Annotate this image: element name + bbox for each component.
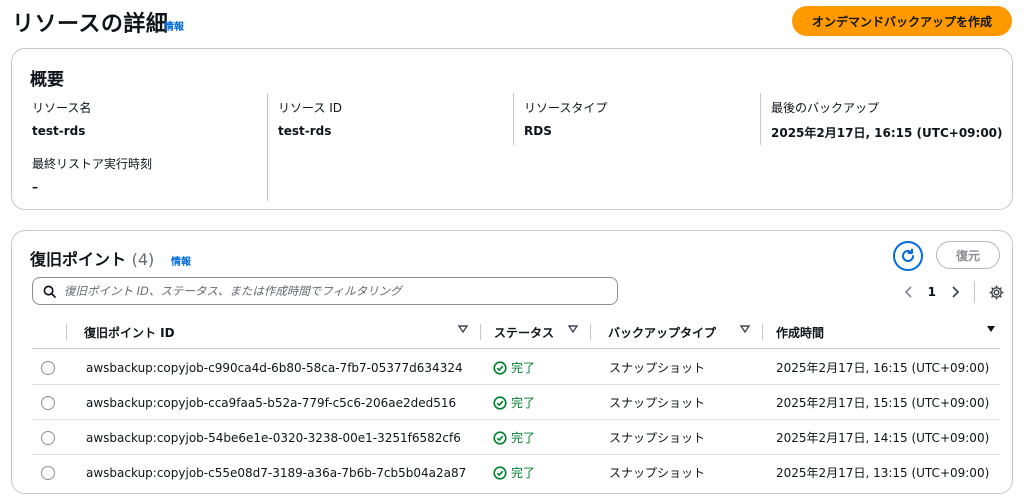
field-last-restore-time: 最終リストア実行時刻 – (32, 155, 152, 194)
field-value: RDS (524, 124, 552, 138)
sort-caret-icon (740, 325, 750, 334)
check-circle-icon (493, 360, 507, 375)
filter-box[interactable] (32, 277, 618, 305)
summary-panel: 概要 リソース名 test-rds 最終リストア実行時刻 – リソース ID t… (11, 48, 1013, 210)
recovery-point-id: awsbackup:copyjob-54be6e1e-0320-3238-00e… (86, 430, 461, 445)
creation-time: 2025年2月17日, 13:15 (UTC+09:00) (776, 466, 990, 480)
status-text: 完了 (511, 431, 536, 445)
sort-caret-icon (568, 325, 578, 334)
backup-type: スナップショット (609, 466, 706, 480)
column-divider (267, 93, 268, 201)
check-circle-icon (493, 395, 507, 410)
status-cell: 完了 (493, 385, 535, 420)
field-label: リソースタイプ (524, 101, 608, 115)
table-row[interactable]: awsbackup:copyjob-54be6e1e-0320-3238-00e… (32, 420, 1000, 455)
gear-icon[interactable] (989, 284, 1004, 300)
recovery-points-title: 復旧ポイント (4) (30, 246, 154, 270)
check-circle-icon (493, 465, 507, 480)
pagination: 1 (904, 281, 1004, 303)
recovery-points-title-text: 復旧ポイント (30, 250, 127, 269)
table-row[interactable]: awsbackup:copyjob-c55e08d7-3189-a36a-7b6… (32, 455, 1000, 490)
field-value: test-rds (278, 124, 332, 138)
creation-time: 2025年2月17日, 16:15 (UTC+09:00) (776, 361, 990, 375)
chevron-left-icon[interactable] (904, 286, 914, 298)
row-select-radio[interactable] (41, 465, 55, 480)
check-circle-icon (493, 430, 507, 445)
recovery-point-id: awsbackup:copyjob-c55e08d7-3189-a36a-7b6… (86, 465, 467, 480)
backup-type: スナップショット (609, 361, 706, 375)
column-header-recovery-point-id[interactable]: 復旧ポイント ID (66, 315, 480, 349)
status-text: 完了 (511, 466, 536, 480)
table-header: 復旧ポイント ID ステータス バックアップタイプ 作成時間 (32, 315, 1000, 349)
status-text: 完了 (511, 361, 536, 375)
field-label: 最後のバックアップ (771, 101, 880, 115)
field-resource-id: リソース ID test-rds (278, 99, 342, 138)
summary-title: 概要 (30, 70, 64, 90)
recovery-points-count: (4) (131, 250, 155, 269)
field-value: – (32, 180, 38, 194)
create-on-demand-backup-button[interactable]: オンデマンドバックアップを作成 (792, 6, 1012, 36)
field-value: test-rds (32, 124, 86, 138)
recovery-points-panel: 復旧ポイント (4) 情報 復元 1 (11, 230, 1013, 494)
status-cell: 完了 (493, 350, 535, 385)
creation-time: 2025年2月17日, 14:15 (UTC+09:00) (776, 431, 990, 445)
sort-caret-icon (458, 325, 468, 334)
filter-input[interactable] (64, 284, 617, 298)
field-last-backup: 最後のバックアップ 2025年2月17日, 16:15 (UTC+09:00) (771, 99, 1003, 141)
page-header: リソースの詳細 情報 オンデマンドバックアップを作成 (12, 4, 1012, 40)
table-row[interactable]: awsbackup:copyjob-c990ca4d-6b80-58ca-7fb… (32, 350, 1000, 385)
current-page[interactable]: 1 (928, 285, 936, 299)
status-cell: 完了 (493, 420, 535, 455)
field-resource-name: リソース名 test-rds (32, 99, 91, 138)
refresh-icon (902, 248, 914, 262)
refresh-button[interactable] (893, 241, 923, 271)
backup-type: スナップショット (609, 396, 706, 410)
column-divider (760, 93, 761, 145)
row-select-radio[interactable] (41, 430, 55, 445)
pager-divider (974, 281, 975, 303)
page-title: リソースの詳細 (12, 12, 169, 37)
search-icon (43, 285, 56, 298)
column-divider (513, 93, 514, 145)
sort-caret-icon (987, 326, 995, 332)
page-info-link[interactable]: 情報 (164, 18, 184, 33)
backup-type: スナップショット (609, 431, 706, 445)
recovery-point-id: awsbackup:copyjob-c990ca4d-6b80-58ca-7fb… (86, 360, 463, 375)
column-header-creation-time[interactable]: 作成時間 (762, 315, 1000, 349)
column-header-backup-type[interactable]: バックアップタイプ (590, 315, 762, 349)
recovery-points-info-link[interactable]: 情報 (171, 253, 191, 268)
table-row[interactable]: awsbackup:copyjob-cca9faa5-b52a-779f-c5c… (32, 385, 1000, 420)
recovery-point-id: awsbackup:copyjob-cca9faa5-b52a-779f-c5c… (86, 395, 457, 410)
field-resource-type: リソースタイプ RDS (524, 99, 607, 138)
column-header-status[interactable]: ステータス (480, 315, 590, 349)
row-select-radio[interactable] (41, 395, 55, 410)
chevron-right-icon[interactable] (950, 286, 960, 298)
status-text: 完了 (511, 396, 536, 410)
field-label: 最終リストア実行時刻 (32, 157, 153, 171)
field-value: 2025年2月17日, 16:15 (UTC+09:00) (771, 126, 1003, 140)
row-select-radio[interactable] (41, 360, 55, 375)
creation-time: 2025年2月17日, 15:15 (UTC+09:00) (776, 396, 990, 410)
restore-button[interactable]: 復元 (936, 241, 1000, 269)
field-label: リソース名 (32, 101, 92, 115)
recovery-points-table: 復旧ポイント ID ステータス バックアップタイプ 作成時間 awsbackup (32, 315, 1012, 480)
field-label: リソース ID (278, 101, 342, 115)
status-cell: 完了 (493, 455, 535, 490)
